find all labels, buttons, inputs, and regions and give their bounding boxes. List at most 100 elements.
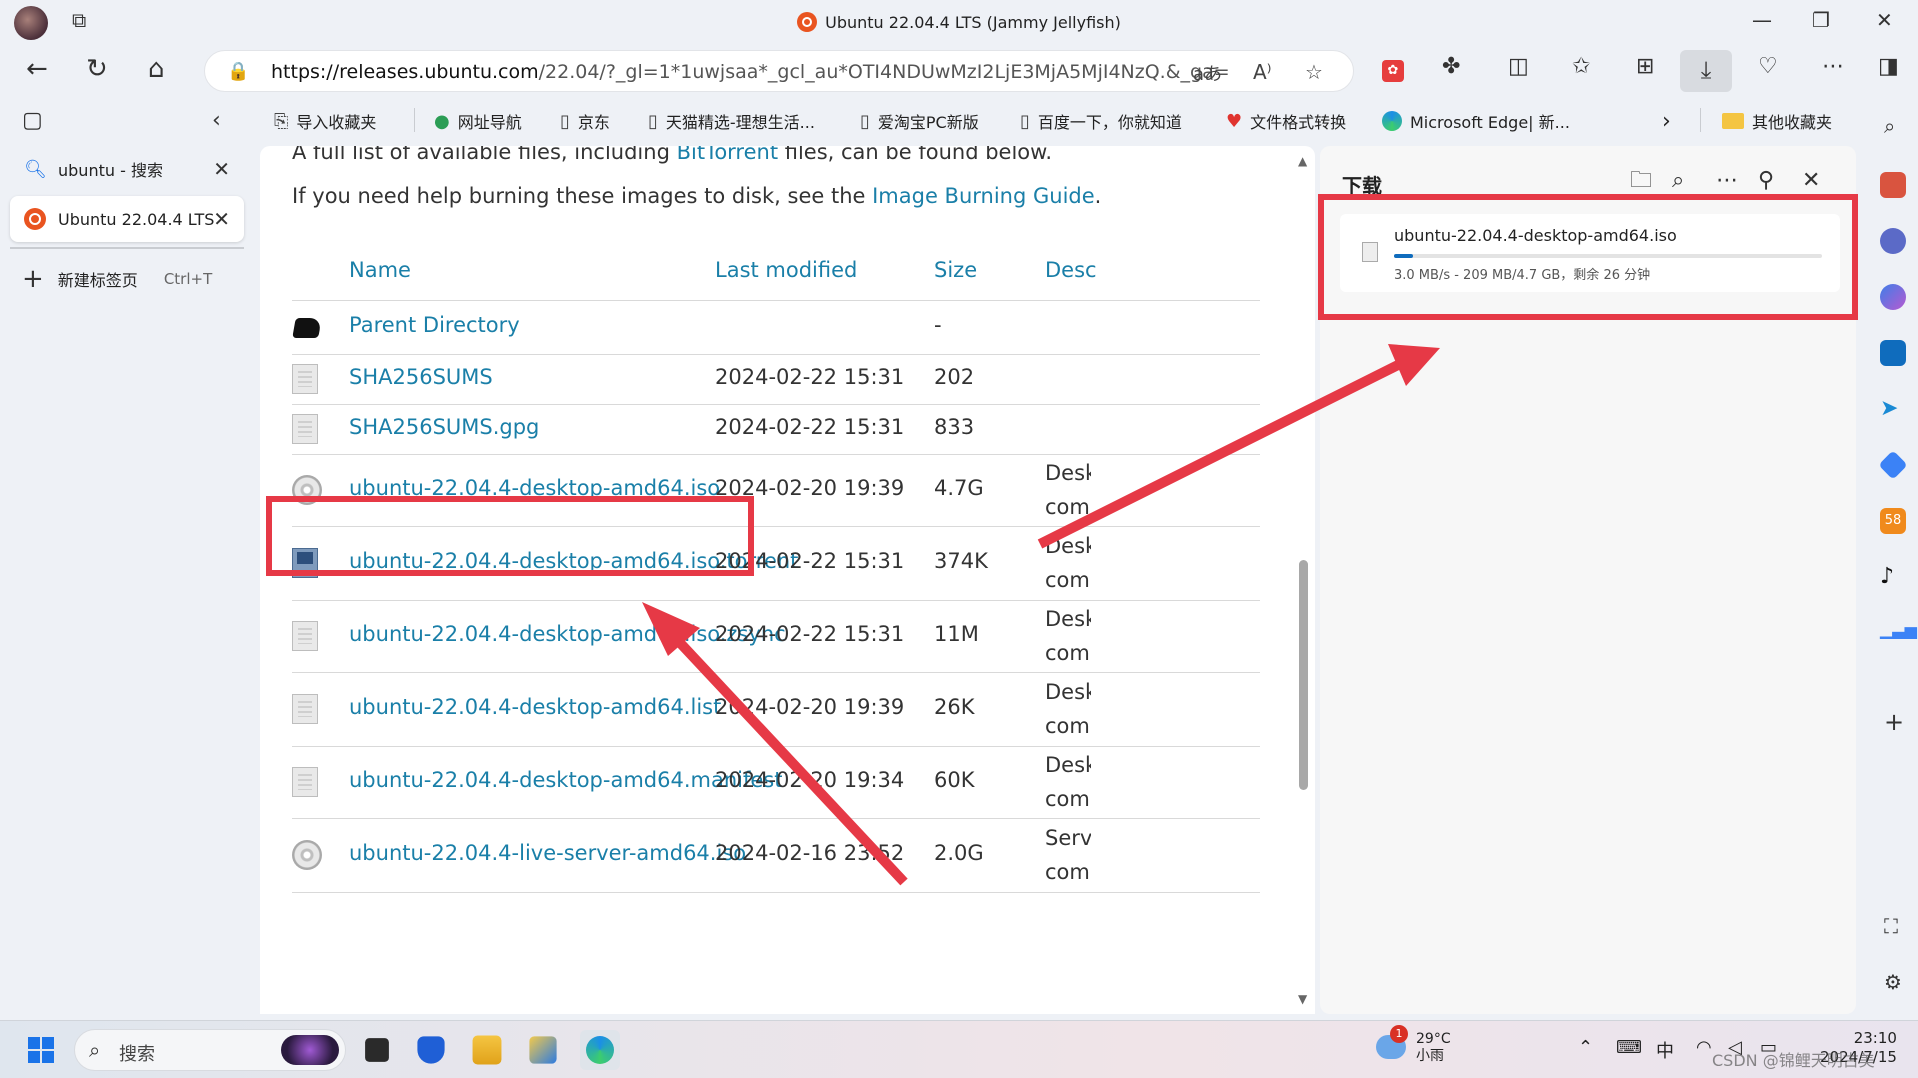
tab-ubuntu-search[interactable]: 🔍︎ ubuntu - 搜索 ✕ [10,146,244,192]
file-size: 11M [934,622,979,646]
tag-icon[interactable] [1878,450,1908,480]
fav-item[interactable]: ♥ 文件格式转换 [1226,109,1346,133]
security-shield-icon[interactable] [417,1036,445,1064]
file-link[interactable]: ubuntu-22.04.4-desktop-amd64.list [349,695,721,719]
favorites-icon[interactable]: ✩ [1572,56,1590,78]
download-arrow-icon: ⤓ [1700,56,1712,84]
start-button[interactable] [28,1037,54,1063]
url-text[interactable]: https://releases.ubuntu.com/22.04/?_gl=1… [271,61,1231,83]
settings-gear-icon[interactable]: ⚙ [1884,972,1902,992]
image-burning-guide-link[interactable]: Image Burning Guide [872,184,1095,208]
table-row: ubuntu-22.04.4-desktop-amd64.manifest 202… [292,746,1260,818]
file-link[interactable]: SHA256SUMS [349,365,493,389]
fav-item[interactable]: ▯ 百度一下，你就知道 [1020,109,1182,133]
page-icon: ▯ [560,110,570,132]
close-window-icon[interactable]: ✕ [1876,8,1893,32]
browser-essentials-icon[interactable]: ♡ [1758,56,1778,78]
scroll-up-arrow-icon[interactable]: ▲ [1298,154,1307,168]
read-aloud-icon[interactable]: A⁾ [1253,60,1272,84]
column-header-description[interactable]: Desc [1045,258,1097,282]
file-icon [292,767,318,797]
restore-icon[interactable]: ❐ [1812,8,1830,32]
page-icon: ▯ [648,110,658,132]
fav-item[interactable]: ● 网址导航 [434,109,522,133]
file-size: 374K [934,549,988,573]
fav-item[interactable]: ⎘ 导入收藏夹 [274,109,376,133]
bittorrent-link[interactable]: BitTorrent [677,146,778,164]
wifi-icon[interactable]: ◠ [1696,1037,1712,1058]
minimize-icon[interactable]: — [1752,8,1772,32]
file-link[interactable]: ubuntu-22.04.4-live-server-amd64.iso [349,841,746,865]
edge-taskbar-button[interactable] [580,1030,620,1070]
task-view-icon[interactable] [365,1038,389,1062]
app-38-icon[interactable]: 58 [1880,508,1906,534]
fav-item[interactable]: ▯ 爱淘宝PC新版 [860,109,979,133]
store-icon[interactable] [529,1036,557,1064]
downloads-button[interactable]: ⤓ [1680,50,1732,92]
tools-icon[interactable] [1880,172,1906,198]
extension-red-icon[interactable]: ✿ [1382,60,1404,82]
close-panel-icon[interactable]: ✕ [1802,170,1820,192]
favorites-bar: ⎘ 导入收藏夹 ● 网址导航 ▯ 京东 ▯ 天猫精选-理想生活... ▯ 爱淘宝PC新版 … [0,100,1918,140]
file-link[interactable]: SHA256SUMS.gpg [349,415,539,439]
file-size: 2.0G [934,841,984,865]
file-icon [292,364,318,394]
more-options-icon[interactable]: ⋯ [1716,170,1738,192]
lock-icon[interactable]: 🔒 [227,61,249,82]
back-icon[interactable]: ← [26,56,48,82]
file-link[interactable]: Parent Directory [349,313,520,337]
collections-icon[interactable]: ⊞ [1636,56,1654,78]
search-icon[interactable]: ⌕ [1884,116,1895,136]
extensions-icon[interactable]: ✤ [1442,56,1460,78]
ime-indicator[interactable]: 中 [1656,1037,1674,1063]
last-modified: 2024-02-22 15:31 [715,622,905,646]
more-favorites-chevron-icon[interactable]: › [1662,109,1671,134]
search-downloads-icon[interactable]: ⌕ [1672,170,1684,192]
edge-icon [1382,111,1402,131]
fav-item[interactable]: Microsoft Edge| 新... [1382,109,1570,133]
more-options-icon[interactable]: ⋯ [1822,56,1844,78]
file-size: 26K [934,695,975,719]
add-icon[interactable]: + [1884,710,1904,734]
split-screen-icon[interactable]: ◫ [1508,56,1529,78]
tab-ubuntu-release[interactable]: Ubuntu 22.04.4 LTS ✕ [10,196,244,242]
scroll-down-arrow-icon[interactable]: ▼ [1298,992,1307,1006]
home-icon[interactable]: ⌂ [148,56,165,82]
refresh-icon[interactable]: ↻ [86,56,108,82]
taskbar: ⌕ 搜索 1 29°C 小雨 ⌃ ⌨ 中 ◠ ◁ ▭ 23:10 2024/7/15 [0,1020,1918,1078]
file-size: 4.7G [934,476,984,500]
screenshot-icon[interactable]: ⛶ [1884,916,1898,936]
games-icon[interactable] [1880,228,1906,254]
last-modified: 2024-02-22 15:31 [715,365,905,389]
last-modified: 2024-02-20 19:39 [715,695,905,719]
unpin-icon[interactable]: ⚲ [1758,170,1774,192]
open-folder-icon[interactable]: 🗀 [1630,170,1652,192]
edge-sidebar: ⌕ ➤ 58 ♪ ▁▃▅ + ⛶ ⚙ [1870,100,1918,1020]
column-header-name[interactable]: Name [349,258,411,282]
taskbar-search[interactable]: ⌕ 搜索 [74,1029,346,1071]
keyboard-icon[interactable]: ⌨ [1616,1037,1642,1058]
close-tab-icon[interactable]: ✕ [213,157,230,181]
file-description: Serv com [1045,826,1091,884]
fav-item[interactable]: ▯ 京东 [560,109,610,133]
new-tab-button[interactable]: + 新建标签页 Ctrl+T [22,266,212,292]
outlook-icon[interactable] [1880,340,1906,366]
tiktok-icon[interactable]: ♪ [1880,564,1906,590]
import-icon: ⎘ [274,110,289,132]
fav-item[interactable]: ▯ 天猫精选-理想生活... [648,109,815,133]
send-icon[interactable]: ➤ [1880,396,1906,422]
chevron-up-icon[interactable]: ⌃ [1578,1037,1593,1058]
sidebar-toggle-icon[interactable]: ◨ [1878,56,1899,78]
other-favorites[interactable]: 其他收藏夹 [1722,109,1832,133]
translate-icon[interactable]: aあ [1193,60,1222,86]
chart-icon[interactable]: ▁▃▅ [1880,620,1917,646]
address-bar[interactable]: 🔒 https://releases.ubuntu.com/22.04/?_gl… [204,50,1354,92]
column-header-modified[interactable]: Last modified [715,258,857,282]
scrollbar-thumb[interactable] [1299,560,1308,790]
column-header-size[interactable]: Size [934,258,977,282]
file-explorer-icon[interactable] [472,1035,502,1065]
copilot-icon[interactable] [1880,284,1906,310]
favorite-star-icon[interactable]: ☆ [1305,60,1323,84]
table-row: ubuntu-22.04.4-live-server-amd64.iso 2024… [292,818,1260,892]
close-tab-icon[interactable]: ✕ [213,207,230,231]
